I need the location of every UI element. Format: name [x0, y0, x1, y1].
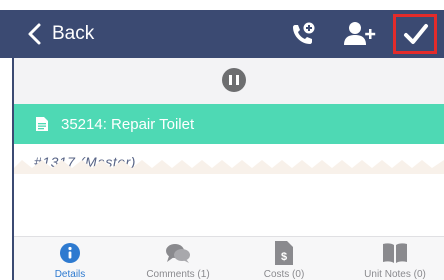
add-user-icon[interactable] — [342, 20, 376, 48]
tab-unit-notes[interactable]: Unit Notes (0) — [352, 237, 438, 280]
book-icon — [382, 241, 408, 265]
pause-icon[interactable] — [222, 68, 246, 92]
info-icon — [57, 241, 83, 265]
chevron-left-icon — [28, 23, 41, 45]
details-content — [14, 174, 444, 236]
tab-label: Details — [54, 269, 86, 280]
tab-label: Comments (1) — [146, 269, 210, 280]
bottom-tab-bar: Details Comments (1) $ Costs (0) Unit No… — [14, 236, 444, 280]
tab-details[interactable]: Details — [44, 237, 96, 280]
phone-plus-icon[interactable] — [288, 20, 318, 48]
chat-bubbles-icon — [165, 241, 191, 265]
tab-label: Unit Notes (0) — [364, 269, 426, 280]
tab-label: Costs (0) — [263, 269, 305, 280]
work-order-title: 35214: Repair Toilet — [61, 115, 195, 133]
svg-text:$: $ — [281, 251, 287, 263]
tab-costs[interactable]: $ Costs (0) — [254, 237, 314, 280]
save-highlight-box — [393, 14, 437, 54]
dollar-document-icon: $ — [271, 241, 297, 265]
tab-comments[interactable]: Comments (1) — [140, 237, 216, 280]
work-order-header: 35214: Repair Toilet — [14, 104, 444, 144]
back-label: Back — [52, 23, 95, 44]
back-button[interactable]: Back — [24, 19, 94, 49]
unit-row: #1317 (Master) — [14, 144, 444, 174]
navigation-bar: Back — [0, 10, 444, 58]
status-row — [14, 58, 444, 104]
torn-edge — [14, 160, 444, 174]
app-screen: Back 35214: Repair Toilet #1317 (Master)… — [0, 0, 444, 280]
document-icon — [36, 117, 48, 131]
